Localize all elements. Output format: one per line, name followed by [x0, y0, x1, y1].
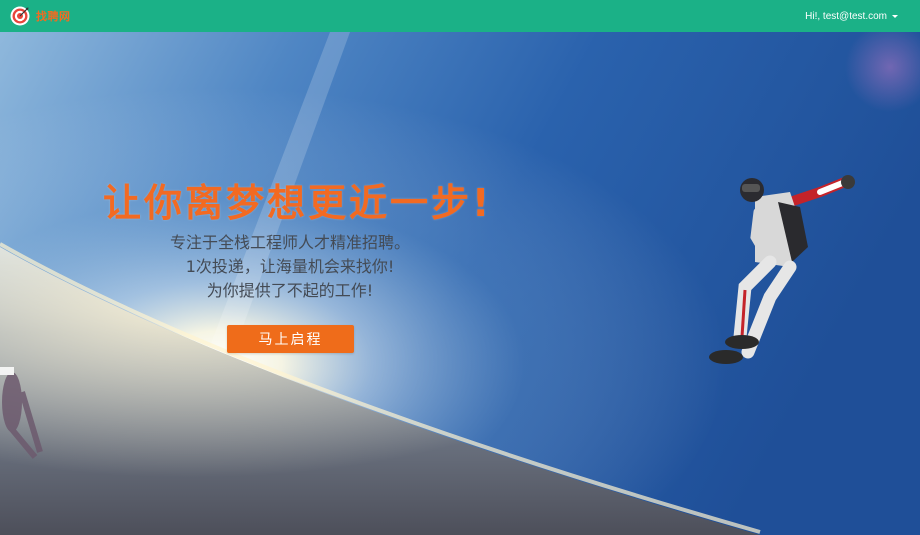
hero-section: 让你离梦想更近一步! 专注于全栈工程师人才精准招聘。 1次投递，让海量机会来找你…: [0, 32, 920, 535]
top-navbar: 找聘网 Hi!, test@test.com: [0, 0, 920, 32]
caret-down-icon: [892, 15, 898, 18]
get-started-button[interactable]: 马上启程: [227, 325, 354, 353]
target-logo-icon: [10, 6, 30, 26]
page: 找聘网 Hi!, test@test.com 让你离梦想更近一步! 专注于全栈工…: [0, 0, 920, 535]
brand-name: 找聘网: [36, 10, 71, 23]
user-menu-dropdown[interactable]: Hi!, test@test.com: [805, 11, 912, 22]
hero-title: 让你离梦想更近一步!: [103, 181, 493, 225]
hero-subtitle-line: 为你提供了不起的工作!: [206, 281, 374, 300]
hero-background-image: [0, 32, 920, 535]
brand-link[interactable]: 找聘网: [10, 6, 71, 26]
hero-subtitle-line: 专注于全栈工程师人才精准招聘。: [169, 233, 410, 252]
hero-subtitle: 专注于全栈工程师人才精准招聘。 1次投递，让海量机会来找你! 为你提供了不起的工…: [140, 231, 440, 303]
hero-subtitle-line: 1次投递，让海量机会来找你!: [185, 257, 395, 276]
user-greeting: Hi!, test@test.com: [805, 10, 887, 22]
